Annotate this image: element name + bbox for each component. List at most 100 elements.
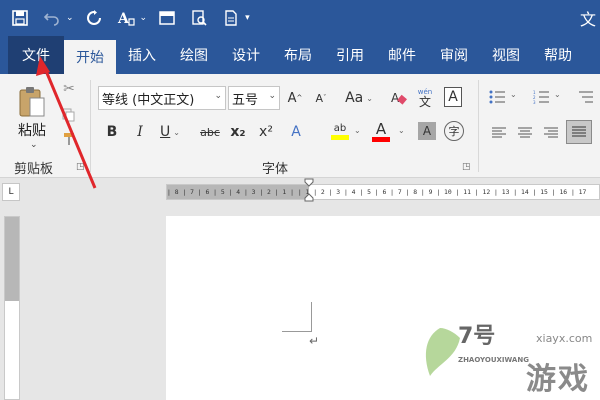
grow-font-label: A — [287, 90, 297, 106]
watermark-pinyin: ZHAOYOUXIWANG — [458, 356, 529, 364]
tab-layout[interactable]: 布局 — [272, 36, 324, 74]
svg-text:A: A — [391, 91, 400, 105]
watermark-site: xiayx.com — [536, 332, 593, 345]
bold-label: B — [106, 124, 118, 140]
bullets-icon[interactable] — [488, 86, 506, 108]
font-name-select[interactable]: 等线 (中文正文) ⌄ — [98, 86, 226, 110]
clear-format-button[interactable]: A — [390, 87, 408, 109]
tab-file[interactable]: 文件 — [8, 36, 64, 74]
ruler-area: L | 8 | 7 | 6 | 5 | 4 | 3 | 2 | 1 | | 1 … — [0, 178, 600, 206]
text-effects-label: A — [291, 124, 301, 140]
chevron-down-icon[interactable]: ⌄ — [354, 126, 361, 135]
undo-dropdown-icon[interactable]: ⌄ — [66, 13, 74, 23]
chevron-down-icon: ⌄ — [366, 93, 373, 103]
format-painter-brush-icon[interactable] — [60, 130, 78, 148]
font-color-label: A — [375, 119, 387, 138]
align-right-icon[interactable] — [542, 122, 560, 144]
undo-icon[interactable] — [40, 6, 64, 30]
strikethrough-button[interactable]: abc — [198, 121, 222, 143]
indent-marker-icon[interactable] — [304, 178, 314, 204]
change-case-button[interactable]: Aa ⌄ — [342, 87, 376, 109]
italic-label: I — [137, 124, 143, 140]
shrink-font-button[interactable]: Aˇ — [312, 87, 330, 109]
align-center-icon[interactable] — [516, 122, 534, 144]
font-size-select[interactable]: 五号 ⌄ — [228, 86, 280, 110]
watermark-logo: 7号 — [458, 324, 496, 349]
tab-selector-button[interactable]: L — [2, 183, 20, 201]
chevron-down-icon[interactable]: ⌄ — [510, 90, 517, 99]
tab-review[interactable]: 审阅 — [428, 36, 480, 74]
chevron-down-icon[interactable]: ⌄ — [398, 126, 405, 135]
highlight-button[interactable]: ab — [328, 118, 352, 144]
tab-insert[interactable]: 插入 — [116, 36, 168, 74]
customize-toolbar-icon[interactable]: ▾ — [245, 13, 250, 23]
title-right-text: 文 — [579, 10, 596, 29]
tab-design[interactable]: 设计 — [220, 36, 272, 74]
enclose-characters-button[interactable]: 字 — [444, 121, 464, 141]
strikethrough-label: abc — [200, 125, 220, 139]
print-preview-icon[interactable] — [187, 6, 211, 30]
font-name-value: 等线 (中文正文) — [102, 92, 195, 108]
underline-label: U — [160, 124, 171, 140]
svg-text:3: 3 — [533, 100, 536, 104]
bold-button[interactable]: B — [104, 121, 120, 143]
format-painter-icon[interactable]: A — [114, 6, 138, 30]
tab-references[interactable]: 引用 — [324, 36, 376, 74]
horizontal-ruler[interactable]: | 8 | 7 | 6 | 5 | 4 | 3 | 2 | 1 | | 1 | … — [166, 184, 600, 200]
watermark-leaf-icon — [425, 328, 460, 376]
phonetic-guide-button[interactable]: wén 文 — [416, 84, 434, 110]
font-launcher-icon[interactable]: ◳ — [462, 162, 471, 172]
new-doc-icon[interactable] — [219, 6, 243, 30]
chevron-down-icon[interactable]: ⌄ — [554, 90, 561, 99]
window-icon[interactable] — [155, 6, 179, 30]
crop-mark — [282, 302, 312, 332]
ruler-top-margin — [5, 217, 19, 301]
tab-view[interactable]: 视图 — [480, 36, 532, 74]
vertical-ruler[interactable] — [4, 216, 20, 400]
ruler-numbers: | 8 | 7 | 6 | 5 | 4 | 3 | 2 | 1 | | 1 | … — [167, 188, 587, 196]
cut-icon[interactable]: ✂ — [60, 80, 78, 98]
highlight-label: ab — [333, 122, 347, 134]
paste-dropdown-icon[interactable]: ⌄ — [30, 140, 38, 150]
tab-help[interactable]: 帮助 — [532, 36, 584, 74]
save-icon[interactable] — [8, 6, 32, 30]
redo-icon[interactable] — [82, 6, 106, 30]
phonetic-bottom-label: 文 — [418, 95, 431, 109]
tab-home[interactable]: 开始 — [64, 40, 116, 74]
quick-access-toolbar: ⌄ A ⌄ ▾ — [0, 0, 250, 36]
highlight-color-swatch — [331, 134, 349, 140]
ribbon-tabs: 文件 开始 插入 绘图 设计 布局 引用 邮件 审阅 视图 帮助 — [0, 36, 600, 74]
grow-font-button[interactable]: A ^ — [286, 87, 304, 109]
multilevel-list-icon[interactable] — [576, 86, 594, 108]
clipboard-launcher-icon[interactable]: ◳ — [76, 162, 85, 172]
align-left-icon[interactable] — [490, 122, 508, 144]
text-effects-button[interactable]: A — [286, 121, 306, 143]
numbering-icon[interactable]: 123 — [532, 86, 550, 108]
font-color-swatch — [372, 136, 390, 142]
superscript-button[interactable]: x² — [256, 121, 276, 143]
svg-text:A: A — [117, 11, 130, 27]
font-color-button[interactable]: A — [370, 118, 392, 144]
enclose-characters-label: 字 — [448, 125, 460, 138]
paste-button[interactable]: 粘贴 — [18, 120, 46, 140]
character-shading-button[interactable]: A — [418, 122, 436, 140]
paste-icon[interactable] — [18, 86, 46, 118]
character-border-label: A — [448, 89, 458, 105]
group-divider — [90, 80, 91, 172]
font-size-value: 五号 — [232, 92, 259, 108]
superscript-label: x² — [259, 124, 273, 140]
justify-icon[interactable] — [566, 120, 592, 144]
clipboard-group-label: 剪贴板 — [14, 162, 54, 177]
ribbon-home: 粘贴 ⌄ ✂ 剪贴板 ◳ 等线 (中文正文) ⌄ 五号 ⌄ A ^ Aˇ Aa ⌄ … — [0, 74, 600, 178]
subscript-button[interactable]: x₂ — [228, 121, 248, 143]
title-bar: ⌄ A ⌄ ▾ 文 — [0, 0, 600, 36]
tab-mailings[interactable]: 邮件 — [376, 36, 428, 74]
copy-icon[interactable] — [60, 106, 78, 124]
italic-button[interactable]: I — [132, 121, 148, 143]
character-border-button[interactable]: A — [444, 87, 462, 107]
paragraph-mark: ↵ — [309, 334, 320, 348]
underline-button[interactable]: U ⌄ — [156, 121, 184, 143]
chevron-down-icon: ⌄ — [268, 91, 276, 101]
font-dropdown-icon[interactable]: ⌄ — [140, 13, 148, 23]
tab-draw[interactable]: 绘图 — [168, 36, 220, 74]
